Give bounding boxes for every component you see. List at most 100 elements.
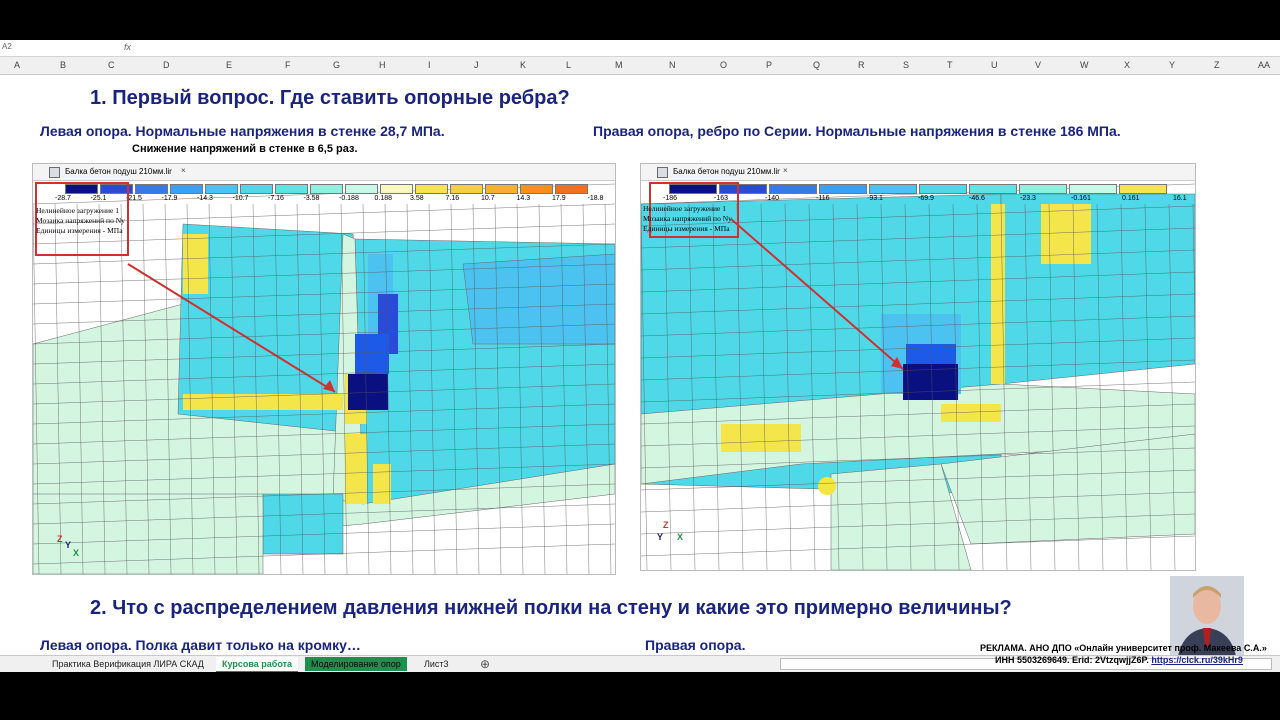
scale-tick-label: 0.188 [374,195,393,202]
scale-tick-label: 10.7 [481,195,495,202]
right-fem-panel[interactable]: Балка бетон подуш 210мм.lir × -186 -163 -1… [640,163,1196,571]
scale-tick-label: -18.8 [587,195,604,202]
scale-tick-label: 3.58 [410,195,424,202]
column-header-s[interactable]: S [903,60,909,70]
scale-swatch-5 [869,184,917,194]
scale-swatch-6 [240,184,273,194]
scale-swatch-11 [415,184,448,194]
column-headers: A B C D E F G H I J K L M N O P Q R S T U V W X Y Z AA [0,57,1280,75]
column-header-u[interactable]: U [991,60,998,70]
scale-swatch-8 [1019,184,1067,194]
column-header-y[interactable]: Y [1169,60,1175,70]
add-sheet-icon[interactable]: ⊕ [474,657,496,671]
axis-x-label: X [677,532,684,542]
column-header-t[interactable]: T [947,60,953,70]
scale-swatch-10 [380,184,413,194]
scale-tick-label: -0.188 [339,195,359,202]
right-document-tab[interactable]: Балка бетон подуш 210мм.lir × [641,164,1195,181]
column-header-b[interactable]: B [60,60,66,70]
scale-tick-label: -7.16 [268,195,284,202]
spreadsheet-area[interactable]: 1. Первый вопрос. Где ставить опорные ре… [0,75,1280,655]
column-header-x[interactable]: X [1124,60,1130,70]
scale-tick-label: 14.3 [516,195,531,202]
scale-tick-label: -14.3 [197,195,213,202]
right-support-caption-2: Правая опора. [645,637,746,653]
file-icon [657,167,668,178]
scale-swatch-4 [170,184,203,194]
sheet-tab-verification[interactable]: Практика Верификация ЛИРА СКАД [46,657,210,671]
scale-swatch-7 [275,184,308,194]
sheet-tab-support-modeling[interactable]: Моделирование опор [305,657,407,671]
scale-tick-label: -116 [816,195,830,202]
column-header-r[interactable]: R [858,60,865,70]
scale-tick-label: -93.1 [867,195,883,202]
column-header-v[interactable]: V [1035,60,1041,70]
sheet-tab-coursework[interactable]: Курсова работа [216,657,299,673]
scale-swatch-4 [819,184,867,194]
axis-y-label: Y [65,540,72,550]
column-header-l[interactable]: L [566,60,571,70]
left-document-tab[interactable]: Балка бетон подуш 210мм.lir × [33,164,615,181]
heading-question-1: 1. Первый вопрос. Где ставить опорные ре… [90,87,570,109]
scale-tick-label: -69.9 [918,195,934,202]
column-header-m[interactable]: M [615,60,623,70]
left-tab-close-icon[interactable]: × [181,166,186,175]
column-header-g[interactable]: G [333,60,340,70]
scale-tick-label: -10.7 [232,195,249,202]
column-header-w[interactable]: W [1080,60,1089,70]
right-color-scale [669,184,1169,194]
column-header-h[interactable]: H [379,60,386,70]
column-header-q[interactable]: Q [813,60,820,70]
right-tab-title: Балка бетон подуш 210мм.lir [673,167,780,176]
left-support-caption-2: Левая опора. Полка давит только на кромк… [40,637,361,653]
legend-line-3: Единицы измерения - МПа [643,224,730,233]
legend-line-3: Единицы измерения - МПа [36,226,123,235]
column-header-d[interactable]: D [163,60,170,70]
column-header-aa[interactable]: AA [1258,60,1270,70]
scale-swatch-5 [205,184,238,194]
left-fem-panel[interactable]: Балка бетон подуш 210мм.lir × -28.7 -25.1… [32,163,616,575]
column-header-i[interactable]: I [428,60,431,70]
scale-tick-label: 17.9 [552,195,566,202]
scale-swatch-15 [555,184,588,194]
scale-swatch-6 [919,184,967,194]
left-support-caption: Левая опора. Нормальные напряжения в сте… [40,123,445,139]
axis-z-label: Z [663,520,669,530]
right-legend-text: Нелинейное загружение 1 Мозаика напряжен… [643,204,732,234]
column-header-e[interactable]: E [226,60,232,70]
name-box[interactable]: A2 [2,42,42,53]
scale-tick-label: 0.161 [1122,195,1140,202]
column-header-z[interactable]: Z [1214,60,1220,70]
column-header-n[interactable]: N [669,60,676,70]
legend-line-1: Нелинейное загружение 1 [643,204,726,213]
right-tab-close-icon[interactable]: × [783,166,788,175]
scale-tick-label: -140 [765,195,780,202]
left-color-scale [65,184,590,194]
ad-inn: ИНН 5503269649. Erid: 2VtzqwjjZ6P. [995,655,1149,665]
scale-swatch-3 [135,184,168,194]
legend-line-1: Нелинейное загружение 1 [36,206,119,215]
column-header-a[interactable]: A [14,60,20,70]
scale-swatch-10 [1119,184,1167,194]
scale-tick-label: 16.1 [1173,195,1187,202]
scale-swatch-3 [769,184,817,194]
file-icon [49,167,60,178]
column-header-j[interactable]: J [474,60,479,70]
scale-tick-label: -3.58 [303,195,320,202]
ad-line-2: ИНН 5503269649. Erid: 2VtzqwjjZ6P. https… [995,655,1243,665]
column-header-c[interactable]: C [108,60,115,70]
column-header-p[interactable]: P [766,60,772,70]
column-header-f[interactable]: F [285,60,291,70]
top-letterbox [0,0,1280,40]
scale-swatch-9 [345,184,378,194]
formula-bar[interactable]: A2 fx [0,40,1280,57]
column-header-k[interactable]: K [520,60,526,70]
ad-link[interactable]: https://clck.ru/39kHr9 [1151,655,1243,665]
sheet-tab-list3[interactable]: Лист3 [418,657,455,671]
axis-x-label: X [73,548,80,558]
heading-question-2: 2. Что с распределением давления нижней … [90,597,1012,619]
column-header-o[interactable]: O [720,60,727,70]
scale-swatch-8 [310,184,343,194]
axis-y-label: Y [657,532,664,542]
scale-swatch-7 [969,184,1017,194]
